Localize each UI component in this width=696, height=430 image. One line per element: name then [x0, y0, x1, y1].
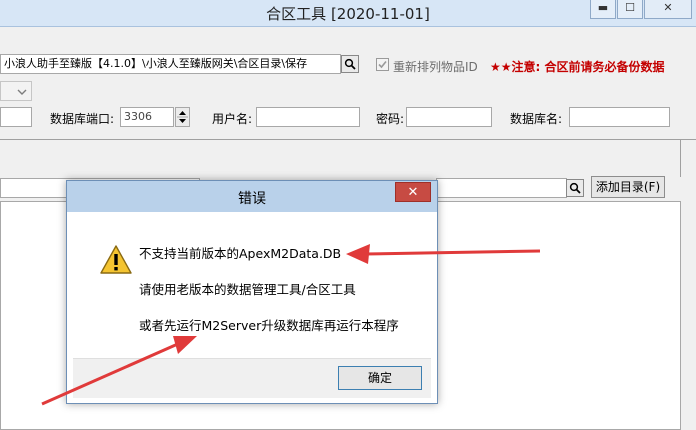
dialog-title-bar: 错误 ✕	[67, 181, 437, 212]
error-dialog: 错误 ✕ 不支持当前版本的ApexM2Data.DB 请使用老版本的数据管理工具…	[66, 180, 438, 404]
db-port-label: 数据库端口:	[50, 112, 115, 126]
db-port-spinner[interactable]	[175, 107, 190, 127]
dialog-footer: 确定	[73, 358, 431, 398]
db-password-input[interactable]	[406, 107, 492, 127]
spinner-arrows-icon	[177, 111, 188, 123]
search-icon	[569, 182, 581, 194]
dialog-body: 不支持当前版本的ApexM2Data.DB 请使用老版本的数据管理工具/合区工具…	[73, 212, 431, 358]
minimize-button[interactable]: ▬	[590, 0, 616, 19]
chevron-down-icon	[17, 89, 27, 95]
checkmark-icon	[378, 60, 387, 69]
warning-icon	[100, 245, 132, 274]
ok-button[interactable]: 确定	[338, 366, 422, 390]
search-icon	[344, 58, 356, 70]
db-user-label: 用户名:	[212, 112, 253, 126]
panel-edge	[680, 139, 696, 177]
reorder-checkbox[interactable]	[376, 58, 389, 71]
dialog-title: 错误	[238, 191, 266, 207]
backup-notice: ★★注意: 合区前请务必备份数据	[490, 60, 665, 74]
db-name-input[interactable]	[569, 107, 670, 127]
reorder-label: 重新排列物品ID	[393, 60, 478, 74]
browse-search-button[interactable]	[341, 55, 359, 73]
dialog-close-button[interactable]: ✕	[395, 182, 431, 202]
db-port-input[interactable]: 3306	[120, 107, 174, 127]
db-name-label: 数据库名:	[510, 112, 563, 126]
target-dir-input[interactable]	[436, 178, 567, 198]
error-message-line1: 不支持当前版本的ApexM2Data.DB	[139, 246, 342, 261]
separator-line	[0, 139, 696, 140]
error-message-line3: 或者先运行M2Server升级数据库再运行本程序	[139, 318, 399, 333]
db-password-label: 密码:	[376, 112, 405, 126]
add-directory-button[interactable]: 添加目录(F)	[591, 176, 665, 198]
close-button[interactable]: ✕	[644, 0, 692, 19]
error-message-line2: 请使用老版本的数据管理工具/合区工具	[139, 282, 356, 297]
maximize-button[interactable]: ☐	[617, 0, 643, 19]
db-host-input[interactable]	[0, 107, 32, 127]
target-dir-search-button[interactable]	[566, 179, 584, 197]
server-type-select[interactable]	[0, 81, 32, 101]
db-user-input[interactable]	[256, 107, 360, 127]
merge-path-input[interactable]: 小浪人助手至臻版【4.1.0】\小浪人至臻版网关\合区目录\保存	[0, 54, 341, 74]
